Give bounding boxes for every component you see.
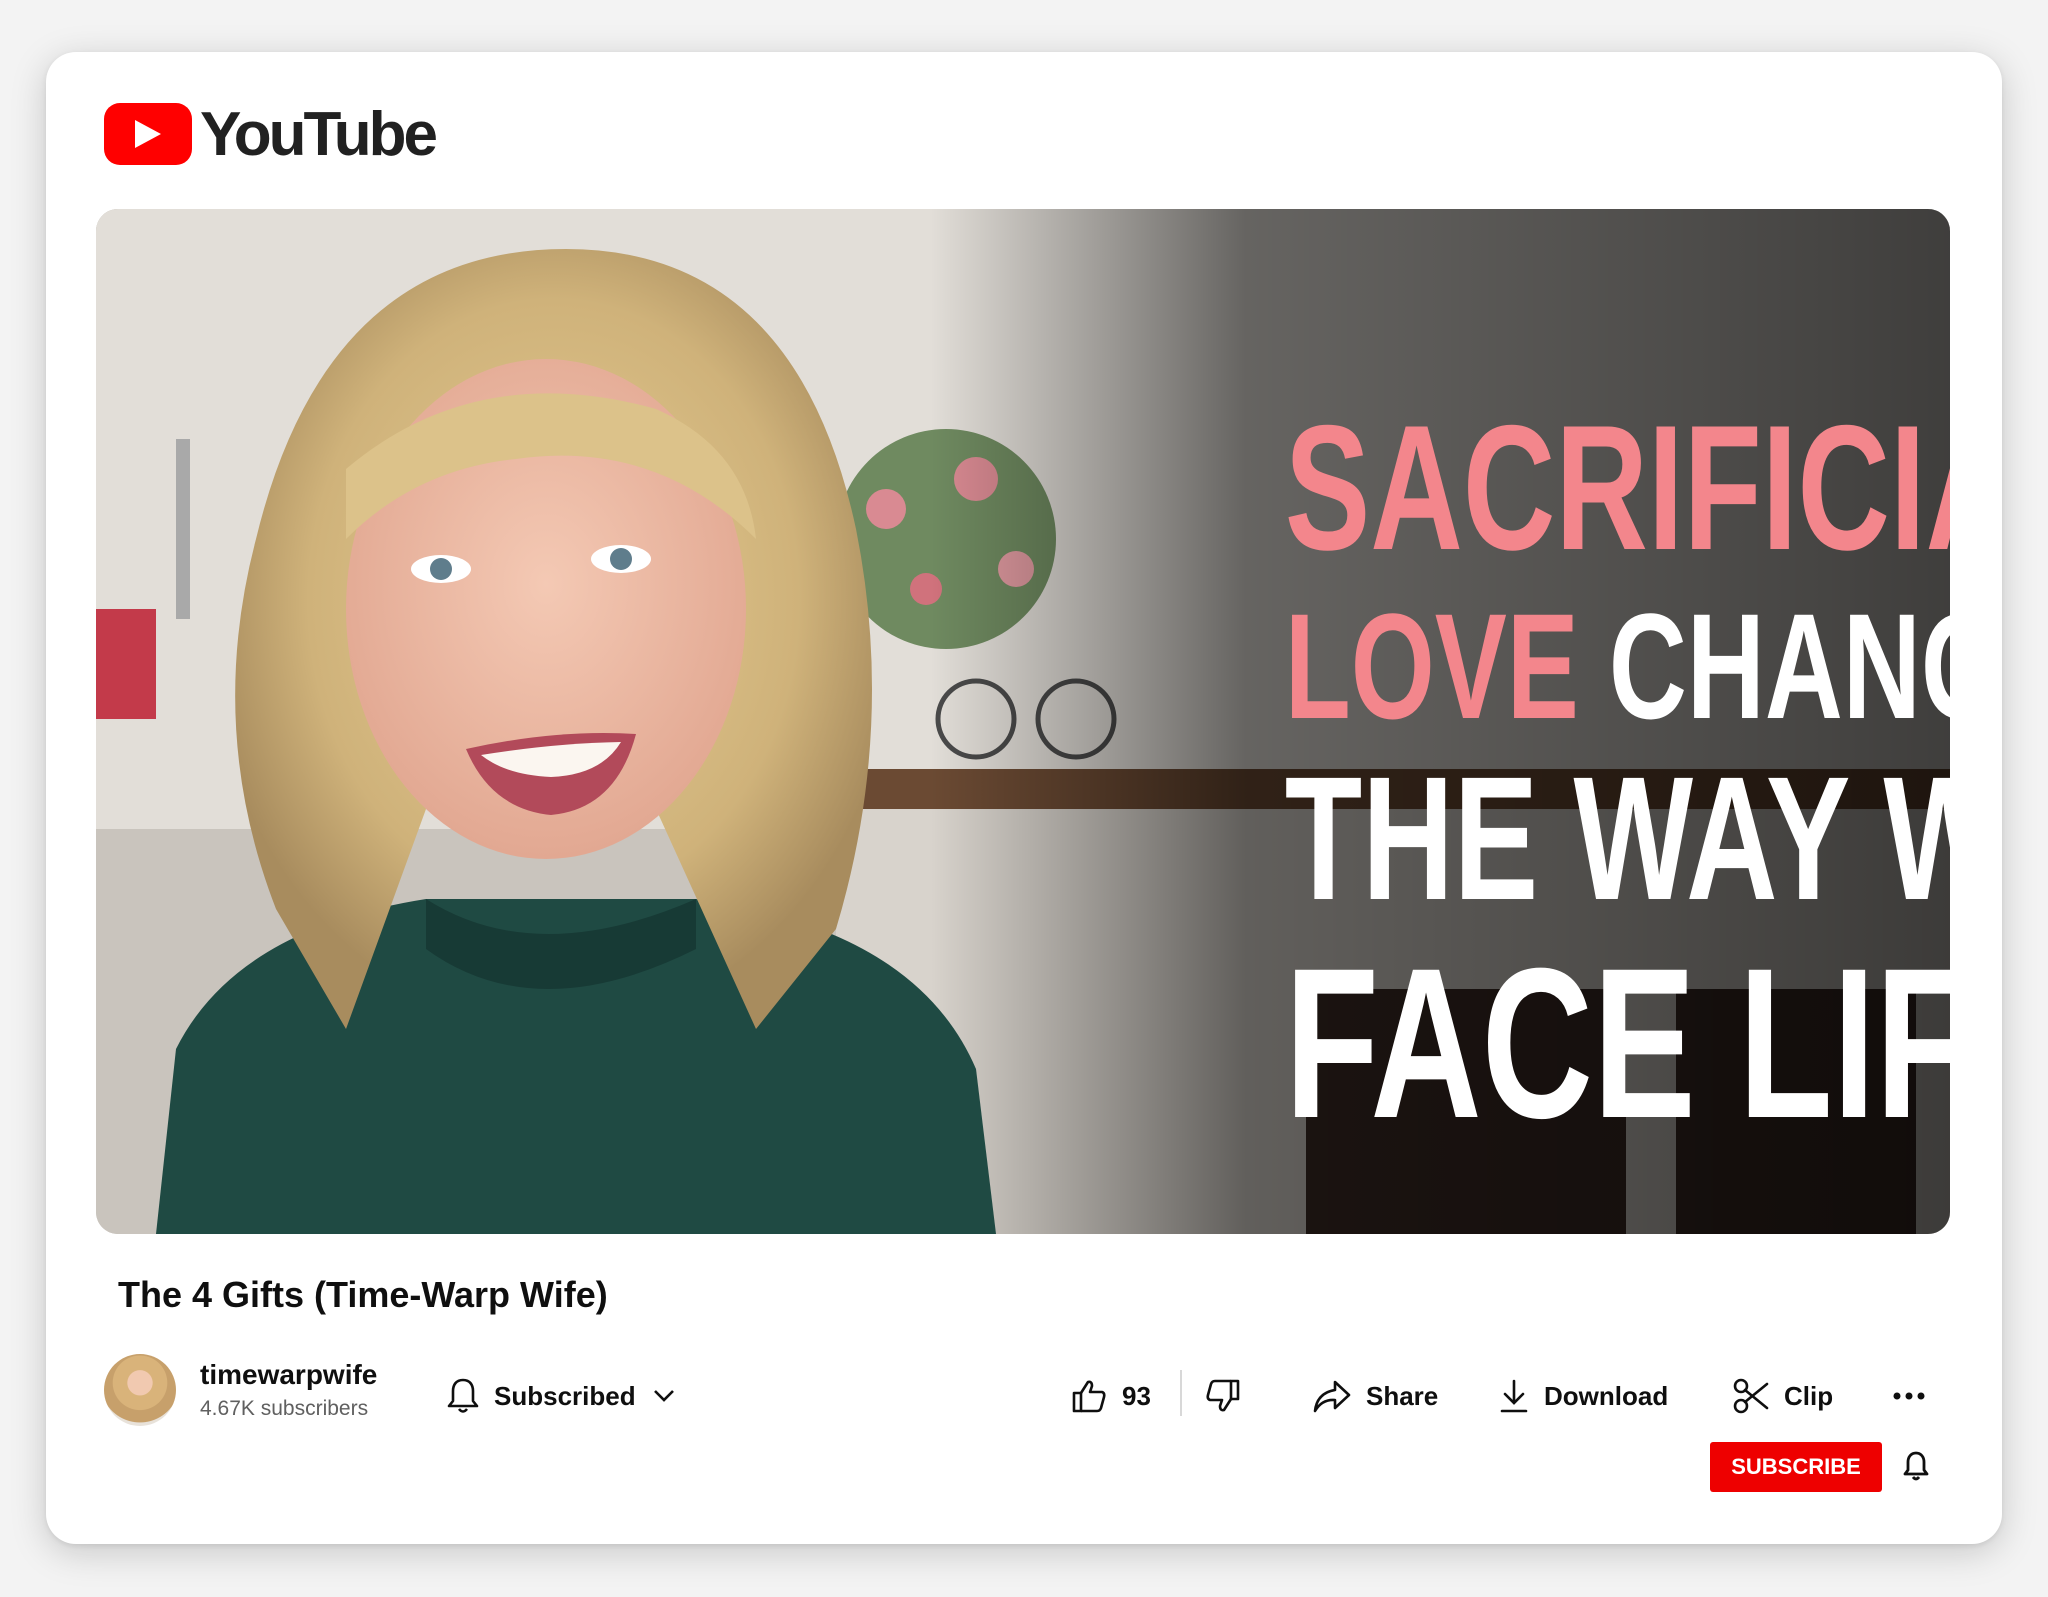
- more-horizontal-icon: [1892, 1391, 1926, 1401]
- download-label: Download: [1544, 1380, 1669, 1411]
- share-button[interactable]: Share: [1312, 1368, 1438, 1424]
- more-actions-button[interactable]: [1892, 1368, 1926, 1424]
- like-count: 93: [1122, 1380, 1151, 1411]
- thumbs-up-icon: [1070, 1377, 1108, 1415]
- clip-label: Clip: [1784, 1380, 1834, 1411]
- video-card: YouTube SACRIFIC LOVE CHAN THE WAY FACE …: [46, 52, 2002, 1544]
- like-dislike-divider: [1180, 1370, 1182, 1416]
- youtube-play-icon: [104, 103, 192, 165]
- download-icon: [1498, 1378, 1530, 1414]
- youtube-wordmark: YouTube: [200, 99, 438, 169]
- bell-filled-icon: [1902, 1450, 1930, 1482]
- share-label: Share: [1366, 1380, 1439, 1411]
- like-button[interactable]: 93: [1070, 1368, 1151, 1424]
- headline-line-4: FACE LIFE: [1284, 924, 1950, 1163]
- dislike-button[interactable]: [1204, 1368, 1242, 1424]
- share-icon: [1312, 1378, 1352, 1414]
- youtube-logo[interactable]: YouTube: [104, 100, 438, 169]
- thumbs-down-icon: [1204, 1377, 1242, 1415]
- action-bar: 93 Share Download Clip: [46, 1368, 2002, 1424]
- video-thumbnail[interactable]: SACRIFICIAL LOVE CHANGES THE WAY WE FACE…: [96, 209, 1950, 1234]
- headline-word-love: LOVE: [1284, 582, 1579, 750]
- headline-word-changes: CHANGES: [1608, 582, 1950, 750]
- headline-line-1: SACRIFICIAL: [1284, 388, 1950, 587]
- video-title: The 4 Gifts (Time-Warp Wife): [118, 1274, 608, 1315]
- thumbnail-headline: SACRIFICIAL LOVE CHANGES THE WAY WE FACE…: [1284, 388, 1950, 1163]
- headline-line-2: LOVE CHANGES: [1285, 591, 1950, 741]
- clip-button[interactable]: Clip: [1732, 1368, 1833, 1424]
- headline-line-3: THE WAY WE: [1284, 741, 1950, 937]
- subscribe-button[interactable]: SUBSCRIBE: [1710, 1442, 1882, 1492]
- scissors-icon: [1732, 1377, 1770, 1415]
- notification-bell-button[interactable]: [1902, 1450, 1930, 1482]
- download-button[interactable]: Download: [1498, 1368, 1668, 1424]
